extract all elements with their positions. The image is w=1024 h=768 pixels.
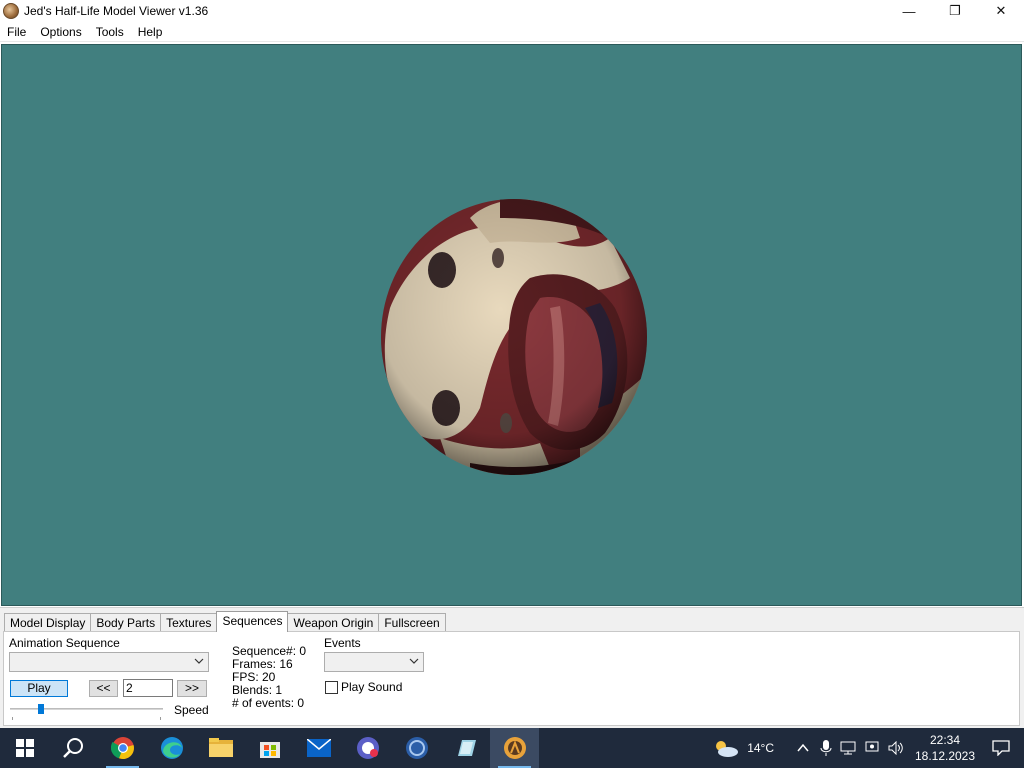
app-gamepad-icon[interactable] (343, 728, 392, 768)
tab-strip: Model Display Body Parts Textures Sequen… (4, 611, 446, 632)
menu-help[interactable]: Help (131, 23, 170, 42)
frame-input[interactable]: 2 (123, 679, 173, 697)
animation-sequence-label: Animation Sequence (9, 636, 120, 650)
slider-tick (12, 717, 13, 720)
weather-temperature[interactable]: 14°C (747, 741, 774, 755)
network-icon[interactable] (840, 741, 856, 755)
tab-body-parts[interactable]: Body Parts (90, 613, 162, 632)
chevron-down-icon (409, 658, 419, 664)
maximize-button[interactable]: ❐ (932, 0, 978, 22)
app-circle-icon[interactable] (392, 728, 441, 768)
menu-options[interactable]: Options (33, 23, 88, 42)
control-panel: Model Display Body Parts Textures Sequen… (0, 607, 1024, 728)
tab-textures[interactable]: Textures (160, 613, 218, 632)
tab-fullscreen[interactable]: Fullscreen (378, 613, 446, 632)
chevron-down-icon (194, 658, 204, 664)
minimize-button[interactable]: — (886, 0, 932, 22)
previous-frame-button[interactable]: << (89, 680, 118, 697)
window-title: Jed's Half-Life Model Viewer v1.36 (24, 4, 209, 18)
taskbar: 14°C 22:34 18.12.2023 (0, 728, 1024, 768)
model-viewport[interactable] (1, 44, 1022, 606)
clock[interactable]: 22:34 18.12.2023 (912, 732, 978, 764)
close-button[interactable]: ✕ (978, 0, 1024, 22)
events-label: Events (324, 636, 361, 650)
chrome-icon[interactable] (98, 728, 147, 768)
events-count: # of events: 0 (232, 696, 305, 710)
search-icon[interactable] (49, 728, 98, 768)
soccer-ball-model (381, 199, 647, 475)
tab-sequences[interactable]: Sequences (216, 611, 289, 632)
menu-file[interactable]: File (0, 23, 33, 42)
webcam-icon[interactable] (864, 740, 880, 756)
sequences-tab-page: Animation Sequence Play << 2 >> Speed Se… (3, 631, 1020, 726)
play-sound-checkbox[interactable] (325, 681, 338, 694)
clock-date: 18.12.2023 (914, 749, 976, 763)
slider-tick (160, 717, 161, 720)
weather-cloud-icon[interactable] (713, 738, 739, 758)
speaker-icon[interactable] (888, 741, 904, 755)
notification-icon (992, 740, 1010, 756)
system-tray: 14°C 22:34 18.12.2023 (713, 728, 1024, 768)
tab-model-display[interactable]: Model Display (4, 613, 92, 632)
chevron-up-icon[interactable] (796, 741, 810, 755)
windows-start-icon[interactable] (0, 728, 49, 768)
clock-time: 22:34 (929, 733, 961, 747)
menu-bar: File Options Tools Help (0, 23, 1024, 42)
events-dropdown[interactable] (324, 652, 424, 672)
file-explorer-icon[interactable] (196, 728, 245, 768)
microsoft-store-icon[interactable] (245, 728, 294, 768)
speed-label: Speed (174, 703, 209, 717)
microphone-icon[interactable] (820, 740, 832, 756)
app-icon (3, 3, 19, 19)
app-glass-icon[interactable] (441, 728, 490, 768)
half-life-model-viewer-icon[interactable] (490, 728, 539, 768)
title-bar: Jed's Half-Life Model Viewer v1.36 — ❐ ✕ (0, 0, 1024, 22)
animation-sequence-dropdown[interactable] (9, 652, 209, 672)
menu-tools[interactable]: Tools (89, 23, 131, 42)
mail-icon[interactable] (294, 728, 343, 768)
edge-icon[interactable] (147, 728, 196, 768)
tab-weapon-origin[interactable]: Weapon Origin (287, 613, 380, 632)
speed-slider-thumb[interactable] (37, 704, 44, 714)
play-button[interactable]: Play (10, 680, 68, 697)
speed-slider-track[interactable] (10, 708, 163, 710)
play-sound-label: Play Sound (341, 680, 403, 694)
next-frame-button[interactable]: >> (177, 680, 207, 697)
notifications-button[interactable] (978, 728, 1024, 768)
